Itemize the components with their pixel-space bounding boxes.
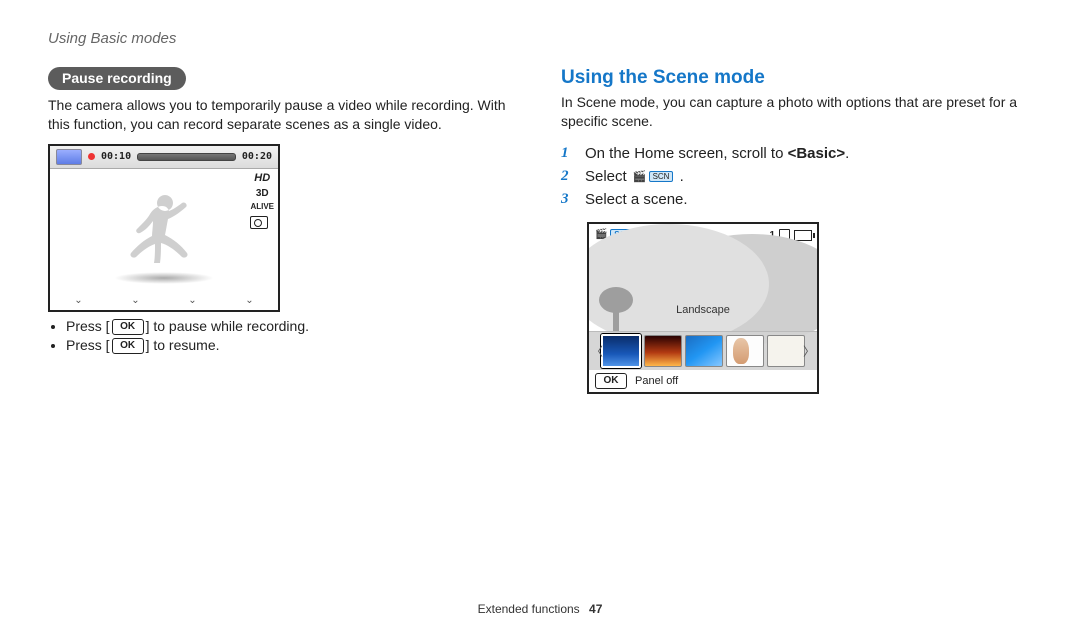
step-text: Select 🎬SCN . xyxy=(585,168,684,185)
scene-illustration xyxy=(589,250,817,392)
step-2: 2 Select 🎬SCN . xyxy=(561,168,1032,185)
scene-preview: 🎬 SCN 1 16M Landscape xyxy=(587,222,819,394)
bottom-chevrons: ⌄ ⌄ ⌄ ⌄ xyxy=(50,295,278,306)
scene-label: Landscape xyxy=(589,304,817,316)
text: . xyxy=(845,145,849,162)
scn-icon: 🎬SCN xyxy=(633,170,674,183)
scene-thumbnails: 〈 〉 xyxy=(589,331,817,370)
step-number: 2 xyxy=(561,168,575,185)
chevron-left-icon: 〈 xyxy=(591,342,603,359)
chevron-right-icon: 〉 xyxy=(803,342,815,359)
panel-off-text: Panel off xyxy=(635,375,678,387)
total-time: 00:20 xyxy=(242,151,272,162)
section-heading: Using the Scene mode xyxy=(561,67,1032,89)
scene-intro: In Scene mode, you can capture a photo w… xyxy=(561,93,1032,131)
elapsed-time: 00:10 xyxy=(101,151,131,162)
chevron-down-icon: ⌄ xyxy=(245,295,253,306)
ok-button-glyph: OK xyxy=(112,338,144,354)
right-column: Using the Scene mode In Scene mode, you … xyxy=(561,67,1032,394)
battery-icon xyxy=(794,230,812,241)
step-text: On the Home screen, scroll to <Basic>. xyxy=(585,145,849,162)
scene-thumb xyxy=(601,334,641,368)
ok-button-glyph: OK xyxy=(595,373,627,389)
text: Select xyxy=(585,168,631,185)
record-indicator-icon xyxy=(88,153,95,160)
page-number: 47 xyxy=(589,602,602,616)
hd-badge: HD xyxy=(250,172,274,184)
video-topbar: 00:10 00:20 xyxy=(50,146,278,169)
bullet-pause: Press [OK] to pause while recording. xyxy=(66,318,519,335)
text: Press [ xyxy=(66,337,110,353)
scene-thumb xyxy=(644,335,682,367)
video-preview: 00:10 00:20 HD 3D ALIVE xyxy=(48,144,280,312)
ok-button-glyph: OK xyxy=(112,319,144,335)
chevron-down-icon: ⌄ xyxy=(74,295,82,306)
text: . xyxy=(680,168,684,185)
scn-chip-inline: SCN xyxy=(649,171,674,182)
bold-text: <Basic> xyxy=(788,145,846,162)
pause-bullets: Press [OK] to pause while recording. Pre… xyxy=(48,318,519,355)
alive-badge: ALIVE xyxy=(250,204,274,210)
panel-off-hint: OK Panel off xyxy=(593,373,678,389)
step-number: 3 xyxy=(561,191,575,208)
scene-thumb xyxy=(726,335,764,367)
chevron-down-icon: ⌄ xyxy=(188,295,196,306)
left-column: Pause recording The camera allows you to… xyxy=(48,67,519,394)
step-text: Select a scene. xyxy=(585,191,688,208)
steps-list: 1 On the Home screen, scroll to <Basic>.… xyxy=(561,145,1032,208)
shadow xyxy=(114,272,214,284)
camera-icon xyxy=(250,216,268,229)
chevron-down-icon: ⌄ xyxy=(131,295,139,306)
step-3: 3 Select a scene. xyxy=(561,191,1032,208)
pause-recording-heading: Pause recording xyxy=(48,67,186,90)
video-side-badges: HD 3D ALIVE xyxy=(250,172,274,229)
text: ] to resume. xyxy=(146,337,220,353)
text: On the Home screen, scroll to xyxy=(585,145,788,162)
step-number: 1 xyxy=(561,145,575,162)
bullet-resume: Press [OK] to resume. xyxy=(66,337,519,354)
threed-badge: 3D xyxy=(250,190,274,198)
scene-thumb xyxy=(685,335,723,367)
page-footer: Extended functions 47 xyxy=(0,602,1080,616)
text: Press [ xyxy=(66,318,110,334)
scene-thumb xyxy=(767,335,805,367)
pause-desc: The camera allows you to temporarily pau… xyxy=(48,96,519,134)
progress-bar xyxy=(137,153,236,161)
step-1: 1 On the Home screen, scroll to <Basic>. xyxy=(561,145,1032,162)
running-header: Using Basic modes xyxy=(48,30,1032,47)
mode-chip-icon xyxy=(56,149,82,165)
text: ] to pause while recording. xyxy=(146,318,309,334)
footer-section: Extended functions xyxy=(478,602,580,616)
